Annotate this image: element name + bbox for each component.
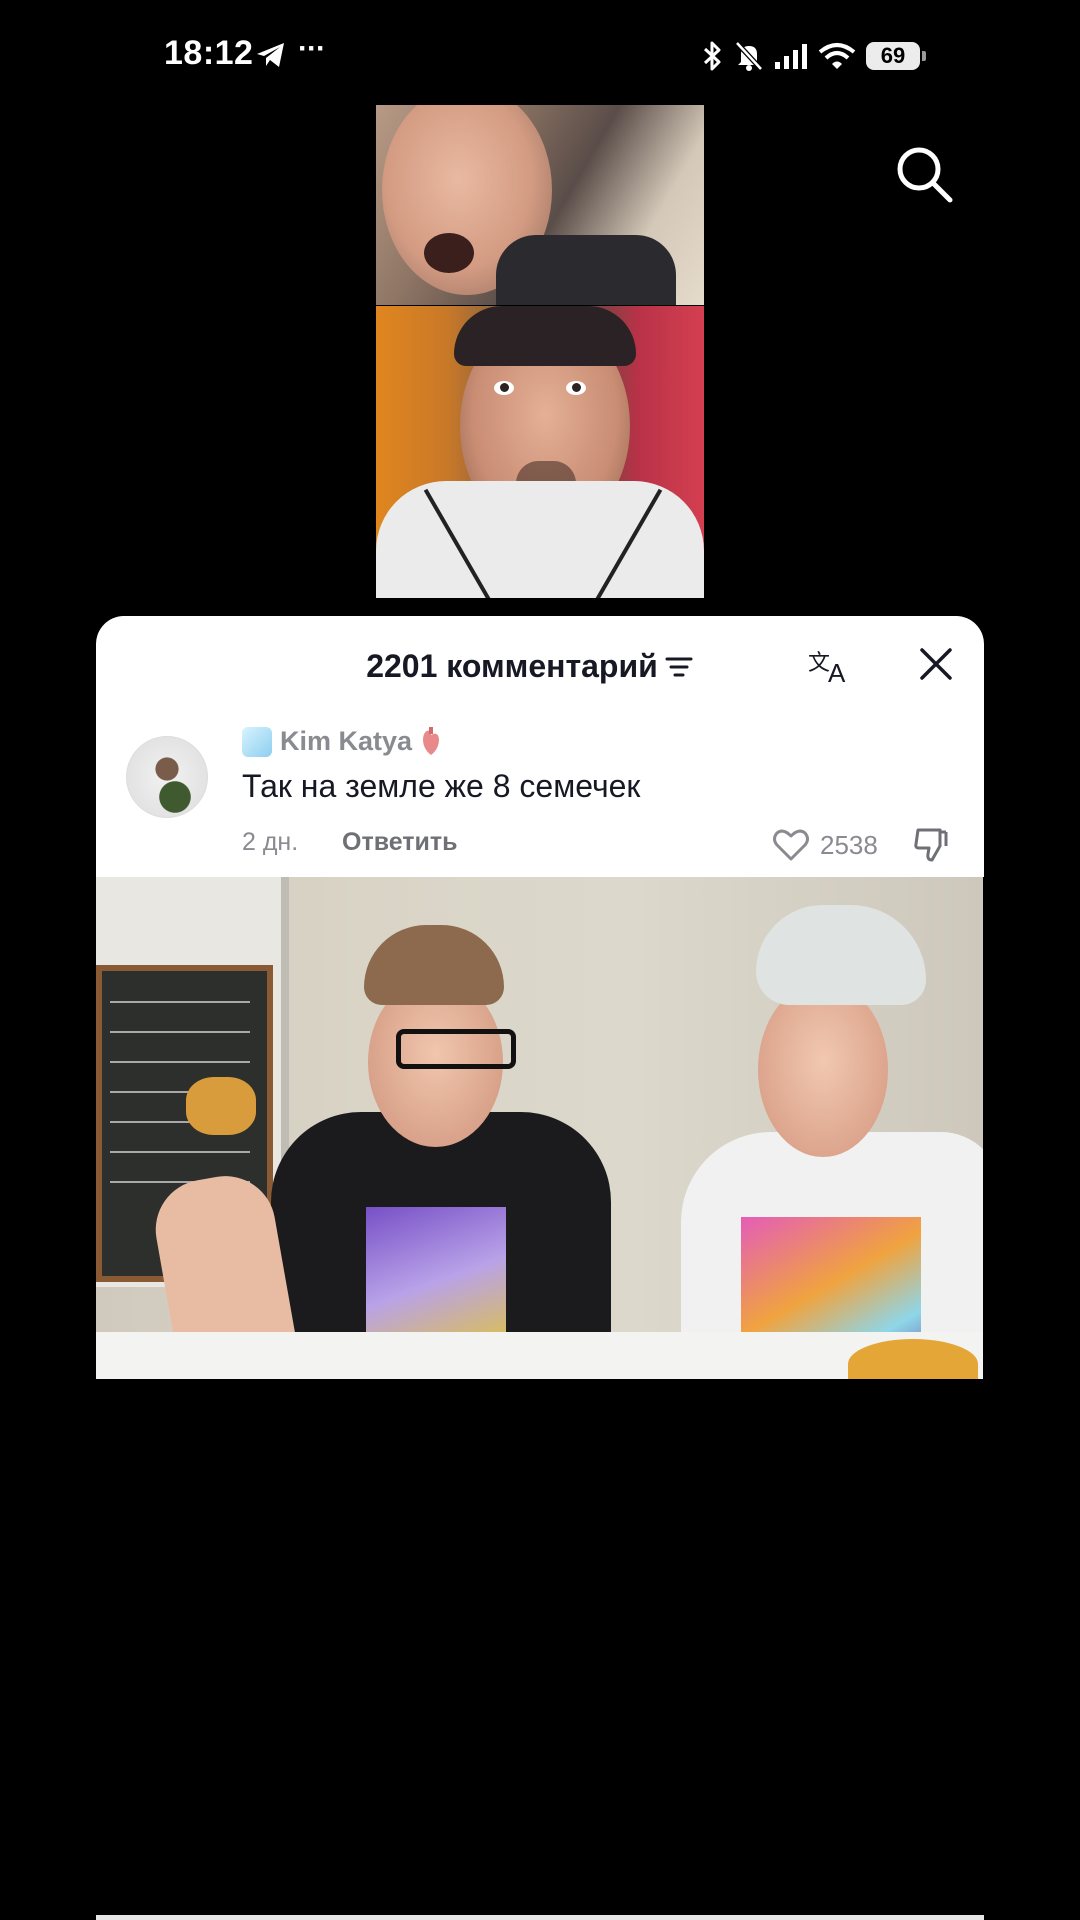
avatar[interactable] [126, 736, 208, 818]
signal-icon [775, 44, 807, 69]
comment-text: Так на земле же 8 семечек [242, 768, 641, 804]
duet-top-frame [376, 105, 704, 305]
wifi-icon [818, 43, 856, 69]
username[interactable]: Kim Katya [280, 726, 412, 757]
status-bar: 18:12 ··· 69 [0, 0, 1080, 110]
close-icon[interactable] [918, 646, 954, 682]
person-shirt [376, 481, 704, 598]
person-mouth [424, 233, 474, 273]
person-hair [756, 905, 926, 1005]
bell-off-icon [735, 41, 763, 71]
chalk-line [110, 1031, 250, 1033]
person-eye [494, 381, 514, 395]
dislike-icon[interactable] [912, 826, 950, 864]
like-count: 2538 [820, 830, 878, 860]
person-face [758, 982, 888, 1157]
chalk-line [110, 1061, 250, 1063]
person-eye [566, 381, 586, 395]
person-hair [454, 306, 636, 366]
duet-bottom-frame [376, 306, 704, 598]
person-jacket [496, 235, 676, 305]
comment-author[interactable]: Kim Katya [242, 726, 442, 757]
shirt-stripe [593, 488, 663, 598]
comments-sheet: 2201 комментарий 文 A Kim Katya Так на зе… [96, 616, 984, 877]
translate-icon[interactable]: 文 A [808, 644, 852, 688]
telegram-icon [257, 43, 284, 67]
glasses [396, 1029, 516, 1069]
duet-video[interactable] [376, 105, 704, 598]
comment-age: 2 дн. [242, 828, 299, 856]
chalk-line [110, 1151, 250, 1153]
svg-text:文: 文 [808, 651, 830, 676]
ice-cube-icon [242, 726, 272, 757]
search-icon[interactable] [892, 142, 956, 206]
status-icons: 69 [702, 36, 926, 76]
anatomical-heart-icon [423, 726, 440, 755]
snack [186, 1077, 256, 1135]
person-hair [364, 925, 504, 1005]
shirt-stripe [423, 488, 493, 598]
comments-count-title: 2201 комментарий [366, 648, 658, 684]
chalk-line [110, 1001, 250, 1003]
more-notifications-icon: ··· [298, 32, 326, 65]
sort-icon[interactable] [664, 654, 694, 680]
bluetooth-icon [703, 41, 721, 71]
status-time: 18:12 [164, 34, 254, 72]
battery-icon: 69 [866, 42, 926, 70]
battery-level: 69 [880, 43, 906, 68]
svg-text:A: A [828, 658, 846, 688]
reply-button[interactable]: Ответить [342, 828, 458, 857]
comment-video[interactable] [96, 877, 983, 1379]
home-indicator[interactable] [96, 1915, 984, 1920]
heart-icon[interactable] [772, 828, 810, 862]
